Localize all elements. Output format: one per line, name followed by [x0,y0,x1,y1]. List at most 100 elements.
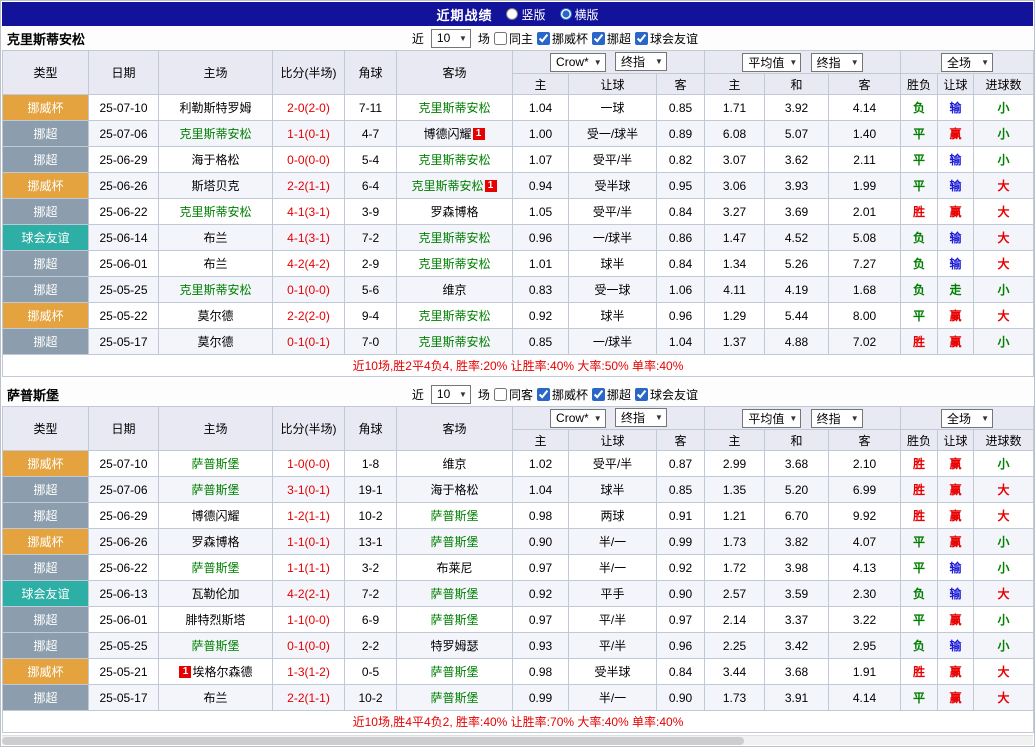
horizontal-layout-radio[interactable] [559,8,572,20]
away-odds-cell: 0.95 [655,172,706,199]
results-body: 挪威杯 25-07-10 萨普斯堡 1-0(0-0) 1-8 维京 1.02 受平/半 0.87… [2,450,1035,711]
page-title: 近期战绩 [436,7,493,23]
same-venue-option[interactable]: 同客 [493,386,533,403]
recent-count-select[interactable]: 10 ▼ [430,28,471,48]
col-home: 主场 [158,406,273,451]
handicap-cell: 平手 [568,580,657,607]
league-cup-label: 挪威杯 [551,31,588,46]
result-wdl-cell: 负 [900,276,939,303]
result-handicap-cell: 输 [937,632,975,659]
corner-cell: 6-9 [344,606,397,633]
handicap-cell: 球半 [568,476,657,503]
same-venue-checkbox[interactable] [493,31,507,45]
avg-odds-select[interactable]: 平均值 ▼ [742,408,802,428]
match-date-cell: 25-06-26 [88,172,159,199]
team-name-text: 萨普斯堡 [191,457,240,471]
team-bar: 克里斯蒂安松 近 10 ▼ 场 同主 挪威杯 挪超 球会友谊 [2,26,1033,50]
away-team-cell: 萨普斯堡 [396,502,513,529]
avg-away-cell: 4.14 [828,684,902,711]
avg-stage-value: 终指 [816,411,841,426]
team-name-text: 特罗姆瑟 [430,639,479,653]
corner-cell: 13-1 [344,528,397,555]
away-team-cell: 萨普斯堡 [396,684,513,711]
home-odds-cell: 1.04 [512,94,569,121]
avg-draw-cell: 3.93 [764,172,830,199]
avg-home-cell: 1.29 [704,302,766,329]
team-name-text: 维京 [442,283,467,297]
score-cell: 2-2(1-1) [272,172,345,199]
avg-draw-cell: 4.52 [764,224,830,251]
avg-home-cell: 1.35 [704,476,766,503]
col-home: 主场 [158,50,273,95]
recent-count-value: 10 [436,387,451,401]
league-option-cup[interactable]: 挪威杯 [536,386,588,403]
same-venue-option[interactable]: 同主 [493,30,533,47]
recent-count-select[interactable]: 10 ▼ [430,384,471,404]
avg-home-cell: 1.47 [704,224,766,251]
match-type-cell: 球会友谊 [2,580,89,607]
table-header: 类型 日期 主场 比分(半场) 角球 客场 Crow* ▼ 终指 ▼ 平均值 ▼… [2,50,1035,95]
avg-stage-select[interactable]: 终指 ▼ [810,52,863,72]
odds-stage-select[interactable]: 终指 ▼ [614,52,667,72]
match-row: 挪威杯 25-06-26 罗森博格 1-1(0-1) 13-1 萨普斯堡 0.90 半/一 0.… [2,528,1035,555]
scrollbar-thumb[interactable] [2,737,745,745]
league-top-checkbox[interactable] [591,31,605,45]
col-handicap: 让球 [568,73,657,95]
corner-cell: 2-9 [344,250,397,277]
score-cell: 3-1(0-1) [272,476,345,503]
result-wdl-cell: 胜 [900,502,939,529]
layout-option-horizontal[interactable]: 横版 [559,6,599,23]
league-option-friendly[interactable]: 球会友谊 [634,386,698,403]
same-venue-checkbox[interactable] [493,387,507,401]
league-top-label: 挪超 [606,31,631,46]
result-goals-cell: 小 [973,554,1035,581]
league-option-top[interactable]: 挪超 [591,386,631,403]
avg-home-cell: 3.06 [704,172,766,199]
vertical-layout-radio[interactable] [506,8,519,20]
league-cup-checkbox[interactable] [536,31,550,45]
league-cup-checkbox[interactable] [536,387,550,401]
away-odds-cell: 0.91 [655,502,706,529]
result-goals-cell: 小 [973,632,1035,659]
col-type: 类型 [2,406,89,451]
odds-stage-select[interactable]: 终指 ▼ [614,408,667,428]
result-wdl-cell: 平 [900,606,939,633]
layout-option-vertical[interactable]: 竖版 [506,6,546,23]
col-result-handicap: 让球 [937,429,975,451]
period-select[interactable]: 全场 ▼ [941,52,994,72]
league-option-top[interactable]: 挪超 [591,30,631,47]
corner-cell: 3-9 [344,198,397,225]
col-odds-home: 主 [512,73,569,95]
league-friendly-checkbox[interactable] [634,387,648,401]
near-label: 近 [411,31,424,46]
odds-company-select[interactable]: Crow* ▼ [550,52,606,72]
score-cell: 4-1(3-1) [272,224,345,251]
league-friendly-checkbox[interactable] [634,31,648,45]
avg-stage-select[interactable]: 终指 ▼ [810,408,863,428]
match-type-cell: 挪威杯 [2,94,89,121]
match-type-cell: 挪超 [2,554,89,581]
result-handicap-cell: 输 [937,172,975,199]
horizontal-scrollbar[interactable] [2,735,1033,745]
score-cell: 4-2(4-2) [272,250,345,277]
col-avg-home: 主 [704,429,766,451]
team-name-text: 克里斯蒂安松 [418,257,491,271]
match-type-cell: 挪超 [2,476,89,503]
away-odds-cell: 0.92 [655,554,706,581]
col-odds-away: 客 [655,429,706,451]
avg-away-cell: 1.40 [828,120,902,147]
period-select[interactable]: 全场 ▼ [941,408,994,428]
corner-cell: 7-2 [344,580,397,607]
league-friendly-label: 球会友谊 [649,387,698,402]
league-option-cup[interactable]: 挪威杯 [536,30,588,47]
avg-home-cell: 3.07 [704,146,766,173]
league-option-friendly[interactable]: 球会友谊 [634,30,698,47]
avg-odds-select[interactable]: 平均值 ▼ [742,52,802,72]
odds-stage-value: 终指 [620,55,645,70]
handicap-cell: 一球 [568,94,657,121]
avg-home-cell: 2.57 [704,580,766,607]
league-top-checkbox[interactable] [591,387,605,401]
odds-company-select[interactable]: Crow* ▼ [550,408,606,428]
summary-stats: 近10场,胜2平4负4, 胜率:20% 让胜率:40% 大率:50% 单率:40… [1,354,1035,377]
score-cell: 2-2(2-0) [272,302,345,329]
